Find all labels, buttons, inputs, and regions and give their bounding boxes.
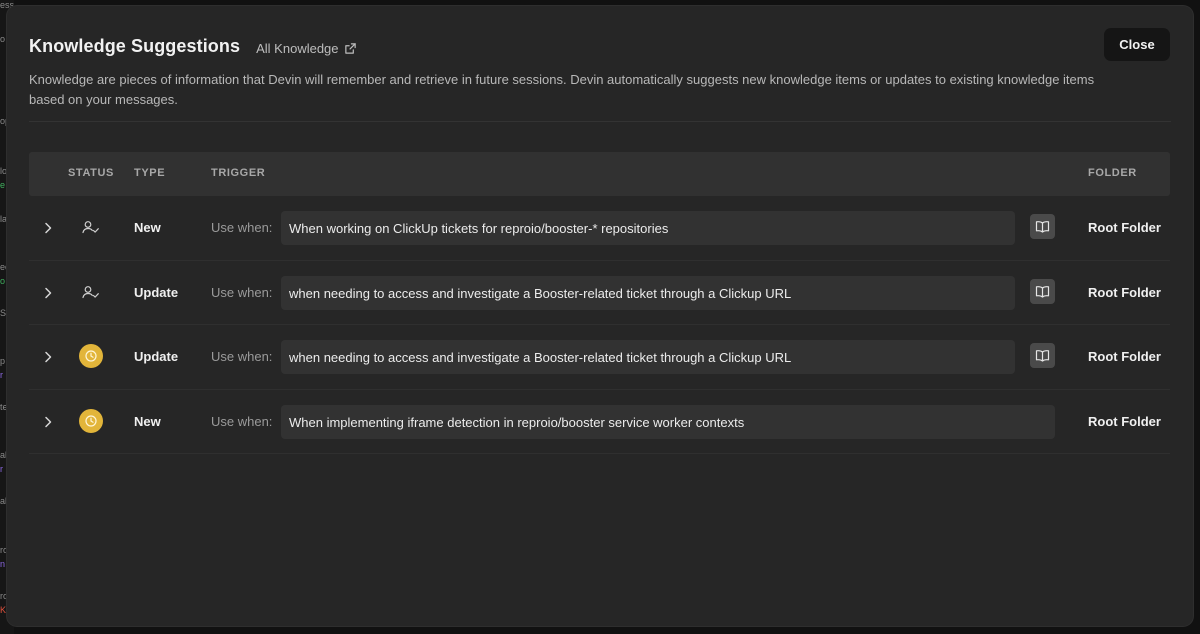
divider: [29, 121, 1171, 122]
background-text-fragment: al: [0, 450, 8, 460]
expand-chevron-icon[interactable]: [43, 350, 53, 364]
background-text-fragment: n: [0, 559, 6, 569]
row-type: New: [134, 220, 161, 235]
close-button[interactable]: Close: [1104, 28, 1170, 61]
view-knowledge-button[interactable]: [1030, 214, 1055, 239]
modal-title: Knowledge Suggestions: [29, 36, 241, 56]
background-text-fragment: e: [0, 180, 6, 190]
background-text-fragment: r: [0, 464, 3, 474]
row-type: Update: [134, 349, 179, 364]
modal-description: Knowledge are pieces of information that…: [29, 72, 1095, 107]
person-check-icon: [79, 215, 103, 239]
trigger-field[interactable]: When working on ClickUp tickets for repr…: [281, 211, 1015, 245]
background-text-fragment: o: [0, 276, 6, 286]
background-text-fragment: lo: [0, 166, 8, 176]
background-text-fragment: o: [0, 34, 6, 44]
background-text-fragment: p: [0, 356, 6, 366]
trigger-field[interactable]: when needing to access and investigate a…: [281, 340, 1015, 374]
background-text-fragment: r: [0, 370, 3, 380]
view-knowledge-button[interactable]: [1030, 278, 1055, 304]
table-row: New Use when: When working on ClickUp ti…: [29, 196, 1170, 261]
table-row: New Use when: When implementing iframe d…: [29, 390, 1170, 454]
expand-chevron-icon[interactable]: [43, 286, 53, 300]
table-header: STATUS TYPE TRIGGER FOLDER: [29, 152, 1170, 196]
expand-chevron-icon[interactable]: [43, 415, 53, 429]
row-type: New: [134, 413, 161, 429]
row-folder: Root Folder: [1088, 349, 1161, 364]
clock-icon: [79, 408, 103, 433]
background-text-fragment: la: [0, 214, 8, 224]
book-open-icon: [1035, 350, 1050, 362]
background-text-fragment: S: [0, 308, 7, 318]
book-open-icon: [1035, 285, 1050, 298]
knowledge-suggestions-modal: Knowledge Suggestions All Knowledge Clos…: [7, 6, 1193, 626]
modal-header: Knowledge Suggestions All Knowledge: [29, 36, 1171, 57]
expand-chevron-icon[interactable]: [43, 221, 53, 235]
column-header-trigger: TRIGGER: [211, 167, 266, 179]
background-text-fragment: K: [0, 605, 7, 615]
row-type: Update: [134, 284, 179, 300]
person-check-icon: [79, 280, 103, 304]
use-when-label: Use when:: [211, 413, 273, 429]
clock-icon: [79, 344, 103, 368]
table-row: Update Use when: when needing to access …: [29, 325, 1170, 390]
column-header-folder: FOLDER: [1088, 167, 1137, 179]
row-folder: Root Folder: [1088, 413, 1161, 429]
book-open-icon: [1035, 221, 1050, 233]
use-when-label: Use when:: [211, 284, 273, 300]
column-header-status: STATUS: [68, 167, 114, 179]
suggestions-table: STATUS TYPE TRIGGER FOLDER New Use when:…: [29, 152, 1170, 454]
row-folder: Root Folder: [1088, 284, 1161, 300]
row-folder: Root Folder: [1088, 220, 1161, 235]
background-text-fragment: al: [0, 496, 8, 506]
use-when-label: Use when:: [211, 220, 273, 235]
trigger-field[interactable]: when needing to access and investigate a…: [281, 275, 1015, 310]
all-knowledge-link-label: All Knowledge: [256, 40, 339, 56]
use-when-label: Use when:: [211, 349, 273, 364]
column-header-type: TYPE: [134, 167, 166, 179]
all-knowledge-link[interactable]: All Knowledge: [256, 41, 356, 56]
table-row: Update Use when: when needing to access …: [29, 261, 1170, 325]
table-body: New Use when: When working on ClickUp ti…: [29, 196, 1170, 454]
view-knowledge-button[interactable]: [1030, 343, 1055, 368]
external-link-icon: [344, 42, 356, 54]
trigger-field[interactable]: When implementing iframe detection in re…: [281, 404, 1055, 439]
